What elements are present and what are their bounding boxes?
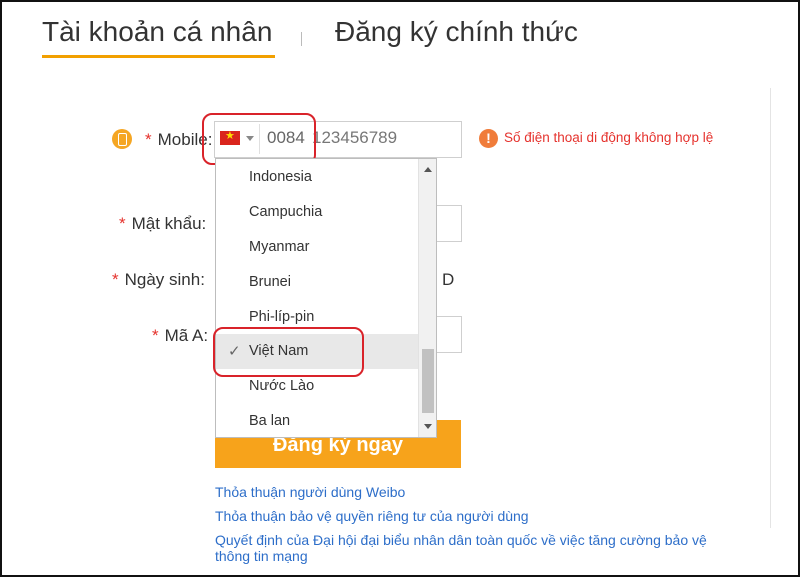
- password-label-text: Mật khẩu:: [131, 214, 207, 233]
- privacy-agreement-link[interactable]: Thỏa thuận bảo vệ quyền riêng tư của ngư…: [215, 508, 529, 524]
- birthday-day-label: D: [442, 270, 455, 289]
- phone-error-message: Số điện thoại di động không hợp lệ: [504, 130, 714, 145]
- required-mark: *: [119, 214, 126, 233]
- error-icon: !: [479, 129, 498, 148]
- phone-icon: [112, 129, 132, 149]
- tab-personal-account[interactable]: Tài khoản cá nhân: [42, 16, 272, 48]
- required-mark: *: [112, 270, 119, 289]
- country-option[interactable]: Indonesia: [216, 160, 419, 195]
- vietnam-option-highlight: [213, 327, 364, 377]
- required-mark: *: [152, 326, 159, 345]
- country-option[interactable]: Brunei: [216, 265, 419, 300]
- country-option[interactable]: Myanmar: [216, 230, 419, 265]
- birthday-label-text: Ngày sinh:: [124, 270, 205, 289]
- country-dropdown[interactable]: Indonesia Campuchia Myanmar Brunei Phi-l…: [215, 158, 437, 438]
- captcha-label-text: Mã A:: [164, 326, 209, 345]
- dropdown-scrollbar[interactable]: [418, 159, 436, 437]
- user-agreement-link[interactable]: Thỏa thuận người dùng Weibo: [215, 484, 405, 500]
- scroll-up-arrow-icon[interactable]: [424, 167, 432, 172]
- right-divider: [770, 88, 771, 528]
- country-option[interactable]: Ba lan: [216, 404, 419, 437]
- scrollbar-thumb[interactable]: [422, 349, 434, 413]
- page-frame: Tài khoản cá nhân Đăng ký chính thức * Mo…: [0, 0, 800, 577]
- tab-official-registration[interactable]: Đăng ký chính thức: [335, 16, 578, 48]
- active-tab-underline: [42, 55, 275, 58]
- scroll-down-arrow-icon[interactable]: [424, 424, 432, 429]
- tab-separator: [301, 32, 302, 46]
- decision-link-line1[interactable]: Quyết định của Đại hội đại biểu nhân dân…: [215, 532, 707, 548]
- birthday-label: * Ngày sinh:: [112, 270, 205, 290]
- decision-link-line2[interactable]: thông tin mạng: [215, 548, 308, 564]
- required-mark: *: [145, 130, 152, 149]
- phone-number-value[interactable]: 123456789: [312, 128, 397, 148]
- captcha-label: * Mã A:: [152, 326, 208, 346]
- country-option[interactable]: Campuchia: [216, 195, 419, 230]
- password-label: * Mật khẩu:: [119, 214, 206, 234]
